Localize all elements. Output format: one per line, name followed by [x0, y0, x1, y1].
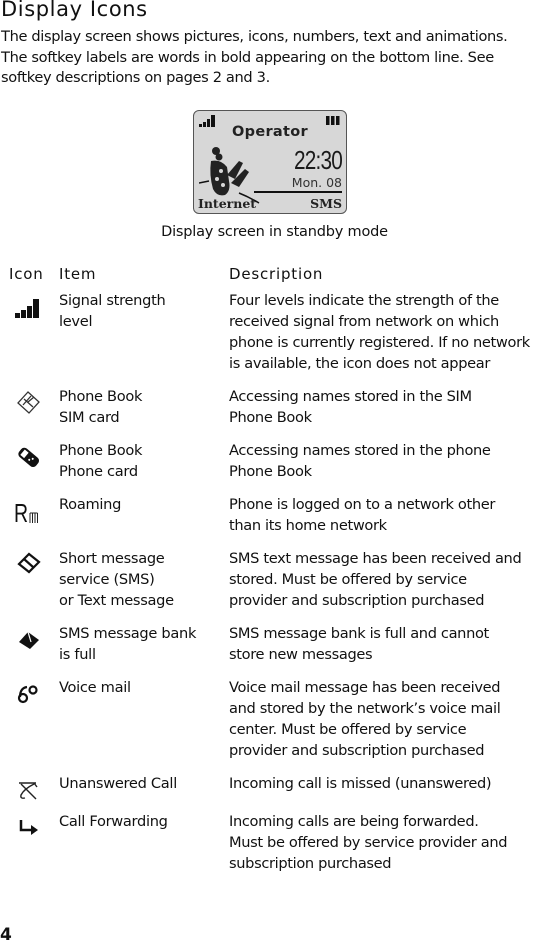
item-description: Four levels indicate the strength of the… — [229, 292, 530, 372]
item-label: Roaming — [59, 496, 122, 513]
item-label: Short message service (SMS) or Text mess… — [59, 550, 174, 609]
item-description: Incoming call is missed (unanswered) — [229, 775, 492, 792]
date: Mon. 08 — [291, 175, 342, 190]
sms-full-icon — [19, 631, 39, 649]
sms-envelope-icon — [17, 552, 41, 574]
header-description: Description — [229, 265, 324, 283]
item-description: Phone is logged on to a network other th… — [229, 496, 496, 534]
item-description: Voice mail message has been received and… — [229, 679, 501, 759]
standby-screen-illustration: Operator 22:30 Mon. 08 Internet SMS — [193, 110, 347, 214]
voice-mail-icon — [17, 685, 38, 704]
softkey-right: SMS — [310, 196, 342, 211]
item-description: SMS message bank is full and cannot stor… — [229, 625, 489, 663]
signal-strength-icon — [15, 299, 39, 318]
item-description: Incoming calls are being forwarded. Must… — [229, 813, 508, 872]
item-description: Accessing names stored in the SIM Phone … — [229, 388, 472, 426]
item-label: Unanswered Call — [59, 775, 177, 792]
operator-name: Operator — [232, 124, 308, 140]
item-label: Voice mail — [59, 679, 131, 696]
item-label: Signal strength level — [59, 292, 166, 330]
svg-text:R: R — [14, 498, 28, 524]
page-title: Display Icons — [1, 0, 148, 21]
missed-call-icon — [19, 782, 38, 800]
divider-line — [254, 191, 342, 193]
sim-card-phonebook-icon — [17, 391, 40, 414]
item-label: Call Forwarding — [59, 813, 168, 830]
item-description: SMS text message has been received and s… — [229, 550, 522, 609]
item-label: Phone Book Phone card — [59, 442, 143, 480]
intro-paragraph: The display screen shows pictures, icons… — [1, 28, 508, 86]
page-number: 4 — [0, 925, 12, 945]
item-label: SMS message bank is full — [59, 625, 197, 663]
screen-caption: Display screen in standby mode — [161, 224, 388, 240]
phone-phonebook-icon — [18, 447, 40, 468]
call-forwarding-icon — [19, 820, 38, 835]
roaming-icon: R — [14, 498, 38, 524]
header-item: Item — [59, 265, 97, 283]
item-label: Phone Book SIM card — [59, 388, 143, 426]
clock-time: 22:30 — [293, 145, 343, 175]
softkey-left: Internet — [198, 196, 257, 211]
header-icon: Icon — [9, 265, 44, 283]
item-description: Accessing names stored in the phone Phon… — [229, 442, 491, 480]
